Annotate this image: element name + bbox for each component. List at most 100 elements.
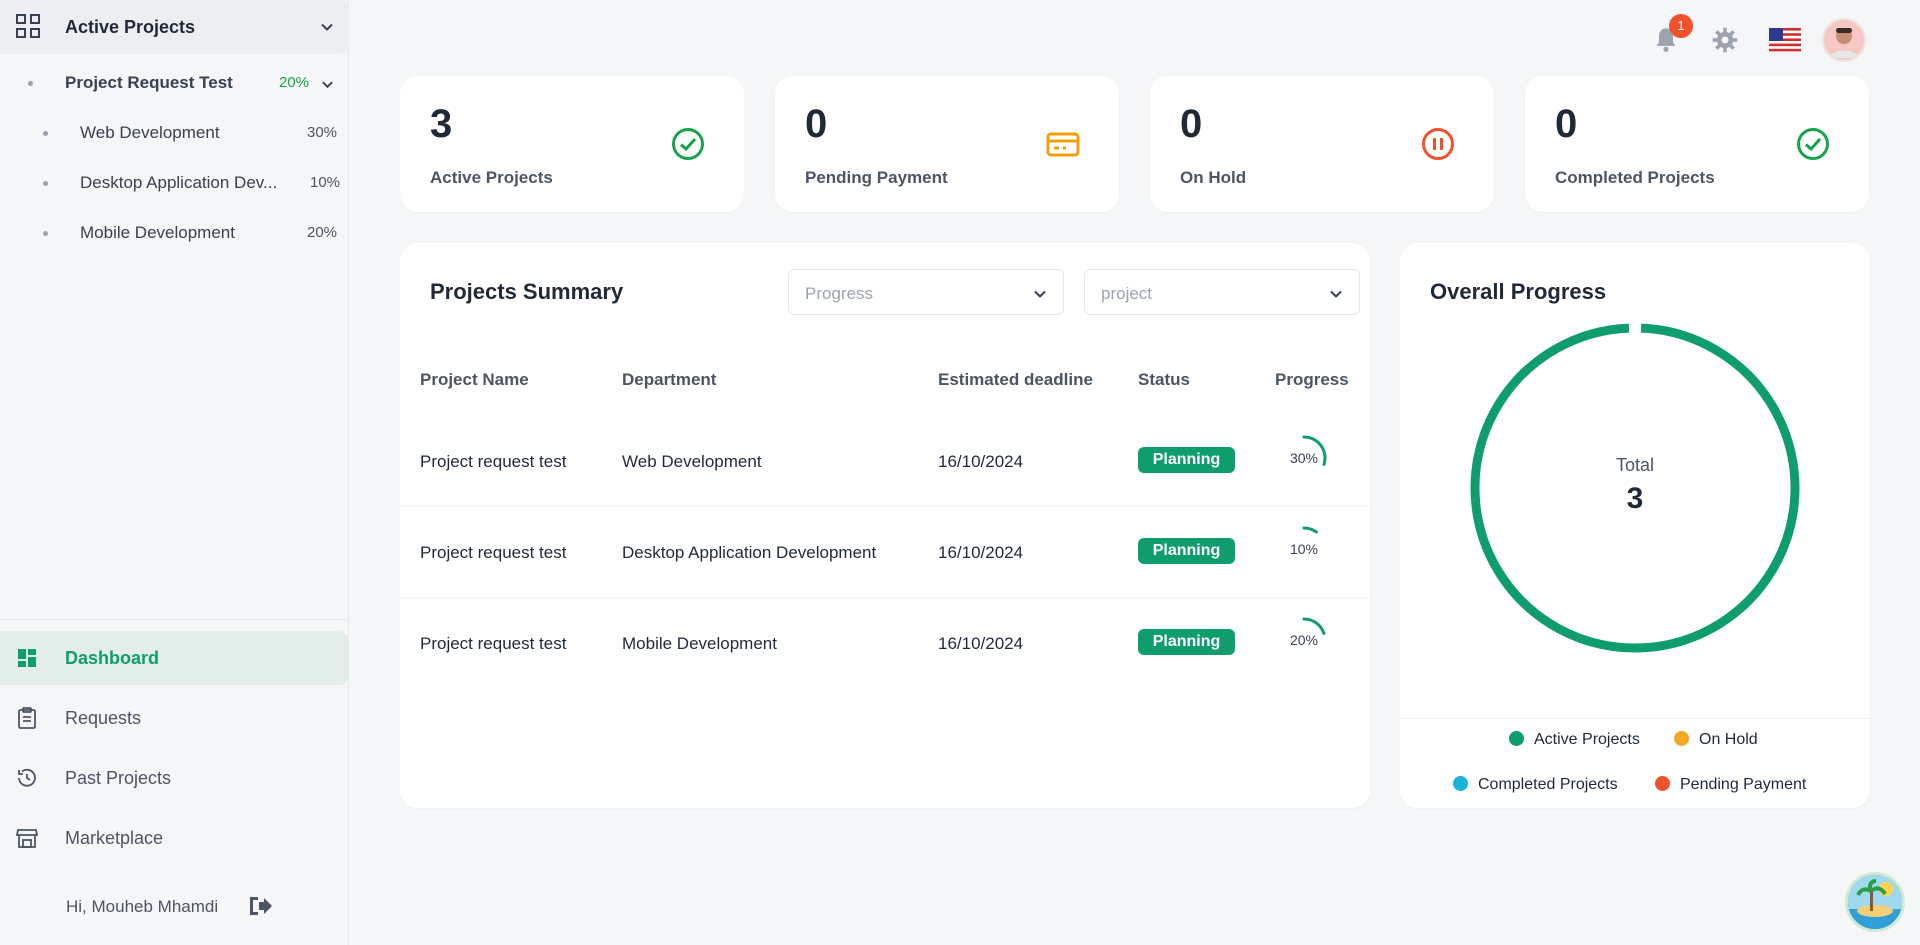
- sidebar: Active Projects Project Request Test 20%…: [0, 0, 349, 945]
- stat-value: 0: [1180, 102, 1203, 146]
- chevron-down-icon: [1330, 290, 1342, 298]
- tree-item-web-development[interactable]: Web Development 30%: [0, 113, 349, 153]
- tree-item-percent: 20%: [279, 74, 310, 91]
- active-projects-title: Active Projects: [65, 17, 196, 37]
- tree-dot: [43, 131, 48, 136]
- legend-label: Active Projects: [1534, 731, 1640, 748]
- active-projects-header[interactable]: Active Projects: [0, 0, 349, 54]
- stat-label: Completed Projects: [1555, 168, 1715, 187]
- cell-department: Web Development: [622, 452, 762, 471]
- cell-project-name: Project request test: [420, 634, 567, 653]
- progress-ring: 30%: [1280, 434, 1328, 482]
- table-row[interactable]: Project request test Web Development 16/…: [400, 416, 1370, 507]
- cell-department: Desktop Application Development: [622, 543, 877, 562]
- status-badge: Planning: [1138, 538, 1235, 564]
- stat-card-on-hold[interactable]: 0 On Hold: [1150, 76, 1494, 212]
- stat-label: On Hold: [1180, 168, 1247, 187]
- tree-dot: [43, 231, 48, 236]
- overall-progress-title: Overall Progress: [1430, 279, 1607, 304]
- stat-label: Active Projects: [430, 168, 553, 187]
- progress-ring: 10%: [1280, 525, 1328, 573]
- status-badge: Planning: [1138, 447, 1235, 473]
- nav-item-label: Past Projects: [65, 768, 172, 788]
- gear-icon[interactable]: [1711, 26, 1739, 54]
- check-circle-icon: [672, 128, 704, 160]
- tree-item-label: Project Request Test: [65, 73, 233, 92]
- nav-item-marketplace[interactable]: Marketplace: [0, 811, 349, 865]
- tree-item-desktop-application[interactable]: Desktop Application Dev... 10%: [0, 163, 349, 203]
- overall-progress-card: Overall Progress Total 3 Active Projects…: [1400, 243, 1870, 808]
- legend-label: Completed Projects: [1478, 776, 1618, 793]
- dashboard-icon: [18, 649, 36, 667]
- chevron-down-icon[interactable]: [320, 20, 334, 34]
- chat-bubble-button[interactable]: [1845, 872, 1905, 932]
- legend-dot: [1509, 731, 1524, 746]
- store-icon: [15, 829, 39, 848]
- nav-item-past-projects[interactable]: Past Projects: [0, 751, 349, 805]
- avatar[interactable]: [1822, 18, 1866, 62]
- us-flag-icon[interactable]: [1769, 28, 1801, 52]
- grid-icon: [16, 14, 40, 38]
- stat-card-completed-projects[interactable]: 0 Completed Projects: [1525, 76, 1869, 212]
- stat-card-pending-payment[interactable]: 0 Pending Payment: [775, 76, 1119, 212]
- column-header-project-name[interactable]: Project Name: [420, 370, 529, 390]
- nav-item-label: Dashboard: [65, 648, 160, 668]
- progress-filter-select[interactable]: Progress: [788, 269, 1064, 315]
- legend-dot: [1453, 776, 1468, 791]
- stat-card-active-projects[interactable]: 3 Active Projects: [400, 76, 744, 212]
- progress-percent: 30%: [1289, 450, 1319, 466]
- chevron-down-icon[interactable]: [321, 78, 334, 91]
- progress-percent: 10%: [1289, 541, 1319, 557]
- stat-value: 0: [805, 102, 828, 146]
- legend-dot: [1674, 731, 1689, 746]
- projects-summary-title: Projects Summary: [430, 279, 624, 304]
- overall-donut-chart: Total 3: [1465, 318, 1805, 658]
- legend-item-pending-payment[interactable]: Pending Payment: [1655, 776, 1806, 794]
- cell-department: Mobile Development: [622, 634, 777, 653]
- pause-circle-icon: [1422, 128, 1454, 160]
- history-icon: [18, 768, 36, 787]
- logout-icon[interactable]: [247, 894, 273, 918]
- check-circle-icon: [1797, 128, 1829, 160]
- project-filter-select[interactable]: project: [1084, 269, 1360, 315]
- nav-item-requests[interactable]: Requests: [0, 691, 349, 745]
- legend-item-on-hold[interactable]: On Hold: [1674, 731, 1758, 749]
- nav-item-label: Marketplace: [65, 828, 164, 848]
- legend-item-active-projects[interactable]: Active Projects: [1509, 731, 1640, 749]
- column-header-progress[interactable]: Progress: [1275, 370, 1349, 390]
- tree-item-percent: 10%: [310, 174, 341, 191]
- tree-item-label: Desktop Application Dev...: [80, 173, 278, 192]
- legend-divider: [1400, 718, 1870, 719]
- stat-value: 0: [1555, 102, 1578, 146]
- tree-item-label: Mobile Development: [80, 223, 235, 242]
- column-header-status[interactable]: Status: [1138, 370, 1190, 390]
- tree-item-percent: 20%: [307, 224, 338, 241]
- donut-total-label: Total: [1615, 455, 1655, 475]
- legend-label: On Hold: [1699, 731, 1758, 748]
- user-greeting: Hi, Mouheb Mhamdi: [66, 897, 219, 916]
- chevron-down-icon: [1034, 290, 1046, 298]
- column-header-deadline[interactable]: Estimated deadline: [938, 370, 1093, 390]
- donut-total-value: 3: [1626, 482, 1644, 515]
- tree-dot: [28, 81, 33, 86]
- legend-label: Pending Payment: [1680, 776, 1807, 793]
- stat-value: 3: [430, 102, 453, 146]
- select-placeholder: project: [1101, 284, 1153, 303]
- table-row[interactable]: Project request test Mobile Development …: [400, 598, 1370, 689]
- tree-dot: [43, 181, 48, 186]
- tree-item-percent: 30%: [307, 124, 338, 141]
- legend-item-completed-projects[interactable]: Completed Projects: [1453, 776, 1618, 794]
- nav-item-dashboard[interactable]: Dashboard: [0, 631, 349, 685]
- table-row[interactable]: Project request test Desktop Application…: [400, 507, 1370, 598]
- progress-arc: [1302, 526, 1318, 534]
- progress-percent: 20%: [1289, 632, 1319, 648]
- cell-deadline: 16/10/2024: [938, 543, 1024, 562]
- nav-item-label: Requests: [65, 708, 142, 728]
- island-icon: [1848, 875, 1902, 929]
- stat-label: Pending Payment: [805, 168, 948, 187]
- progress-ring: 20%: [1280, 616, 1328, 664]
- column-header-department[interactable]: Department: [622, 370, 716, 390]
- tree-item-project-request-test[interactable]: Project Request Test 20%: [0, 63, 349, 103]
- tree-item-mobile-development[interactable]: Mobile Development 20%: [0, 213, 349, 253]
- cell-deadline: 16/10/2024: [938, 634, 1024, 653]
